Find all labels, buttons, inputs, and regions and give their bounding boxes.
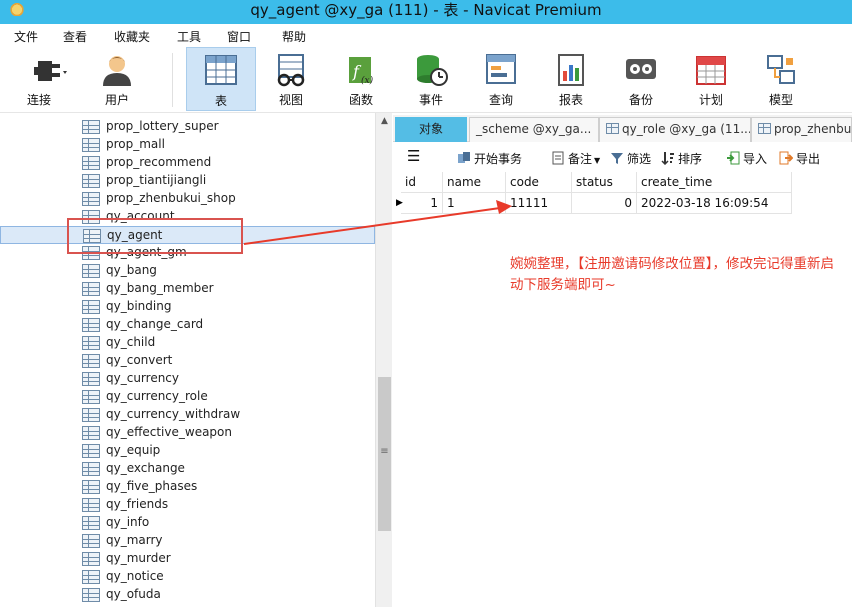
navicat-window: qy_agent @xy_ga (111) - 表 - Navicat Prem…: [0, 0, 852, 607]
annotation-note: 婉婉整理，【注册邀请码修改位置】，修改完记得重新启动下服务端即可~: [510, 256, 834, 293]
annotation-arrow: [243, 200, 512, 245]
